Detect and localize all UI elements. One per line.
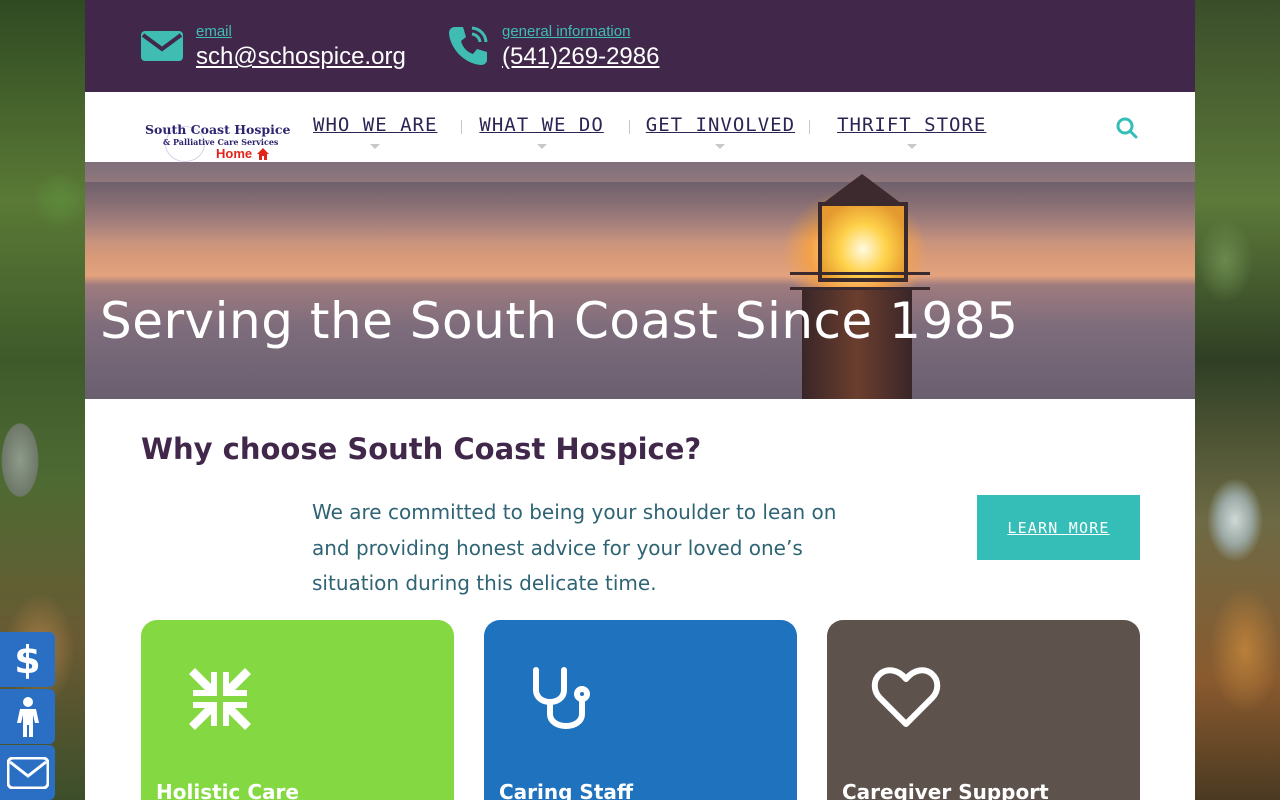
email-contact: email sch@schospice.org: [140, 22, 406, 72]
lighthouse-roof: [822, 174, 902, 204]
lighthouse-image: [790, 162, 930, 399]
hero-banner: Serving the South Coast Since 1985: [85, 162, 1195, 399]
nav-item-thrift-store[interactable]: THRIFT STORE: [837, 114, 987, 149]
email-label-link[interactable]: email: [196, 22, 406, 42]
nav-item-get-involved[interactable]: GET INVOLVED: [645, 114, 796, 149]
donate-side-button[interactable]: $: [0, 632, 55, 687]
nav-divider: [629, 120, 630, 134]
hero-clouds: [85, 182, 1195, 242]
learn-more-button[interactable]: LEARN MORE: [977, 495, 1140, 560]
card-title: Holistic Care: [156, 780, 299, 800]
page-container: email sch@schospice.org general informat…: [85, 0, 1195, 800]
phone-number-link[interactable]: (541)269-2986: [502, 42, 659, 72]
logo-home-label: Home: [216, 146, 253, 161]
card-caregiver-support[interactable]: Caregiver Support: [827, 620, 1140, 800]
contact-bar: email sch@schospice.org general informat…: [85, 0, 1195, 92]
nav-item-label: WHAT WE DO: [479, 114, 604, 136]
compress-arrows-icon: [189, 668, 251, 730]
phone-icon: [449, 26, 488, 65]
lighthouse-railing: [790, 272, 930, 290]
nav-menu: WHO WE ARE WHAT WE DO GET INVOLVED THRIF…: [313, 114, 1028, 149]
section-heading: Why choose South Coast Hospice?: [141, 432, 702, 466]
lighthouse-lamp: [818, 202, 908, 282]
contact-side-button[interactable]: [0, 745, 55, 800]
search-icon[interactable]: [1116, 117, 1138, 139]
heart-icon: [871, 667, 941, 727]
hero-title: Serving the South Coast Since 1985: [100, 292, 1019, 350]
main-navbar: South Coast Hospice & Palliative Care Se…: [85, 92, 1195, 162]
intro-text: We are committed to being your shoulder …: [312, 500, 837, 595]
nav-item-label: GET INVOLVED: [645, 114, 796, 136]
nav-item-what-we-do[interactable]: WHAT WE DO: [479, 114, 604, 149]
envelope-icon: [141, 31, 183, 61]
card-title: Caring Staff: [499, 780, 634, 800]
phone-label-link[interactable]: general information: [502, 22, 659, 42]
nav-item-who-we-are[interactable]: WHO WE ARE: [313, 114, 438, 149]
nav-item-label: WHO WE ARE: [313, 114, 438, 136]
envelope-icon: [6, 756, 49, 789]
dollar-icon: $: [14, 637, 41, 682]
person-icon: [16, 696, 39, 737]
site-logo-home-link[interactable]: South Coast Hospice & Palliative Care Se…: [143, 116, 290, 162]
logo-text-line1: South Coast Hospice: [145, 122, 291, 137]
phone-contact: general information (541)269-2986: [446, 22, 659, 72]
chevron-down-icon: [536, 144, 547, 149]
stethoscope-icon: [533, 667, 590, 729]
chevron-down-icon: [715, 144, 726, 149]
background-forest-right: [1195, 0, 1280, 800]
nav-divider: [809, 120, 810, 134]
card-caring-staff[interactable]: Caring Staff: [484, 620, 797, 800]
nav-item-label: THRIFT STORE: [837, 114, 987, 136]
nav-divider: [461, 120, 462, 134]
volunteer-side-button[interactable]: [0, 689, 55, 744]
chevron-down-icon: [370, 144, 381, 149]
card-title: Caregiver Support: [842, 780, 1049, 800]
chevron-down-icon: [906, 144, 917, 149]
home-icon: [257, 148, 269, 160]
email-address-link[interactable]: sch@schospice.org: [196, 42, 406, 72]
card-holistic-care[interactable]: Holistic Care: [141, 620, 454, 800]
